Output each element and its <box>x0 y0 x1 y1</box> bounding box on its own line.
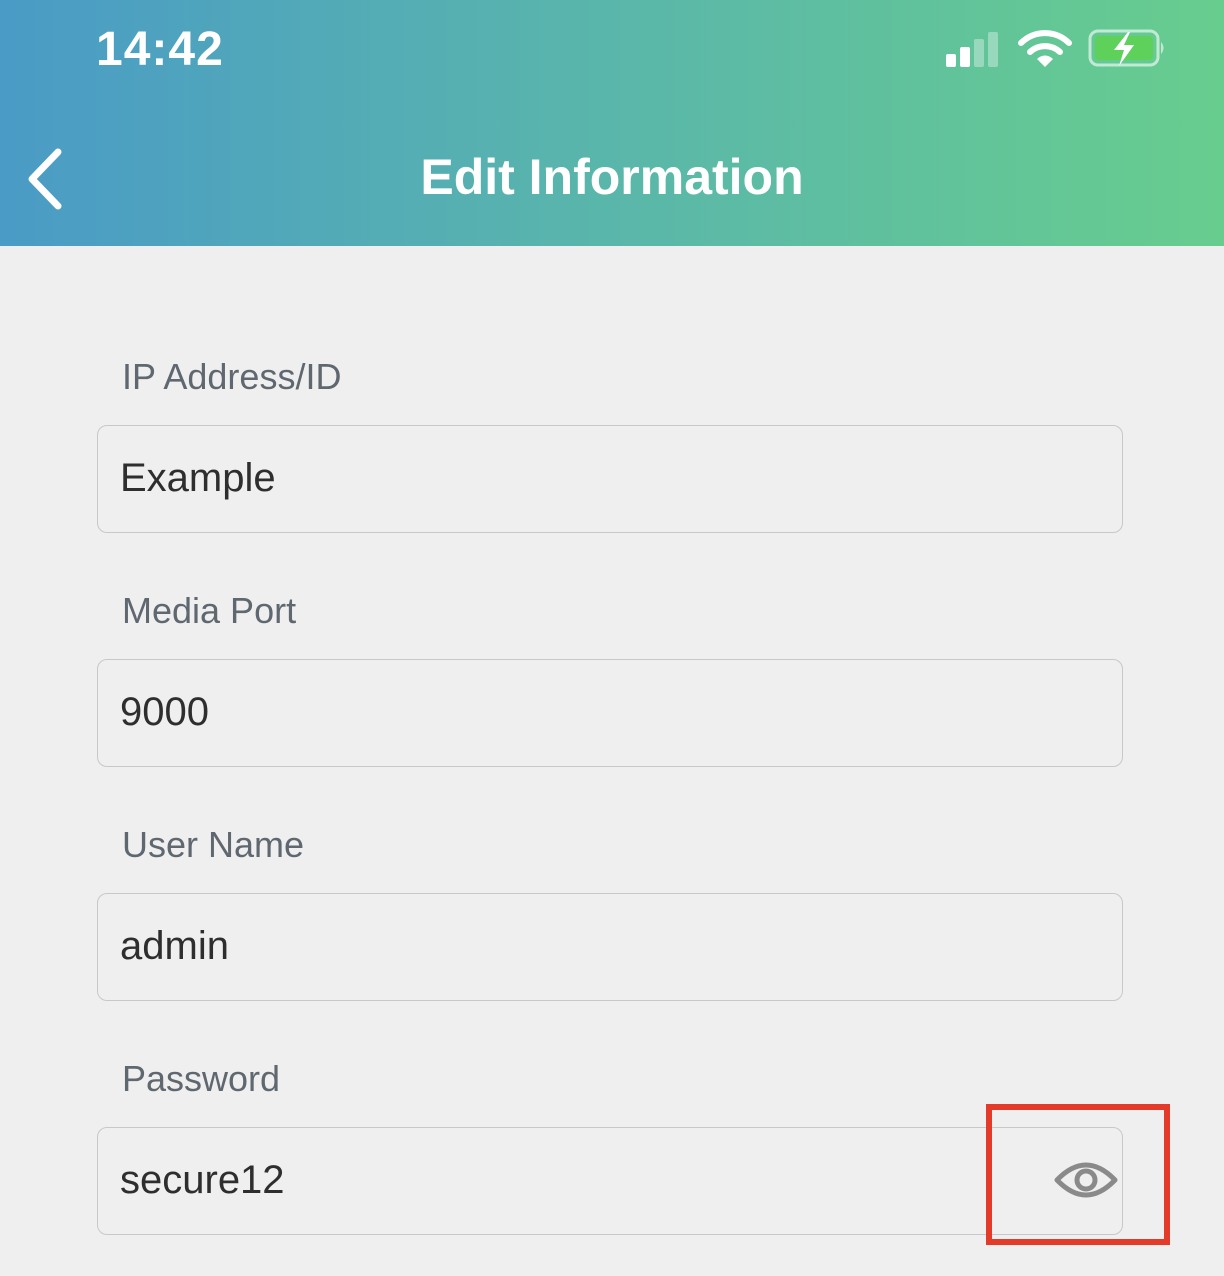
battery-charging-icon <box>1088 29 1164 67</box>
password-value: secure12 <box>120 1158 285 1202</box>
cellular-signal-icon <box>946 32 998 67</box>
password-label: Password <box>122 1058 281 1099</box>
user-name-label: User Name <box>122 824 305 865</box>
user-name-field[interactable]: admin <box>97 893 1123 1001</box>
media-port-field[interactable]: 9000 <box>97 659 1123 767</box>
highlight-box <box>986 1104 1170 1245</box>
media-port-label: Media Port <box>122 590 297 631</box>
password-field[interactable]: secure12 <box>97 1127 1123 1235</box>
header-bar: 14:42 Edit Information <box>0 0 1224 246</box>
wifi-icon <box>1018 30 1072 67</box>
edit-information-screen: 14:42 Edit Information IP Address/ID Exa… <box>0 0 1224 1276</box>
ip-address-value: Example <box>120 456 276 500</box>
user-name-value: admin <box>120 924 229 968</box>
media-port-value: 9000 <box>120 690 209 734</box>
status-time: 14:42 <box>96 23 224 76</box>
page-title: Edit Information <box>420 149 804 205</box>
ip-address-label: IP Address/ID <box>122 356 342 397</box>
ip-address-field[interactable]: Example <box>97 425 1123 533</box>
